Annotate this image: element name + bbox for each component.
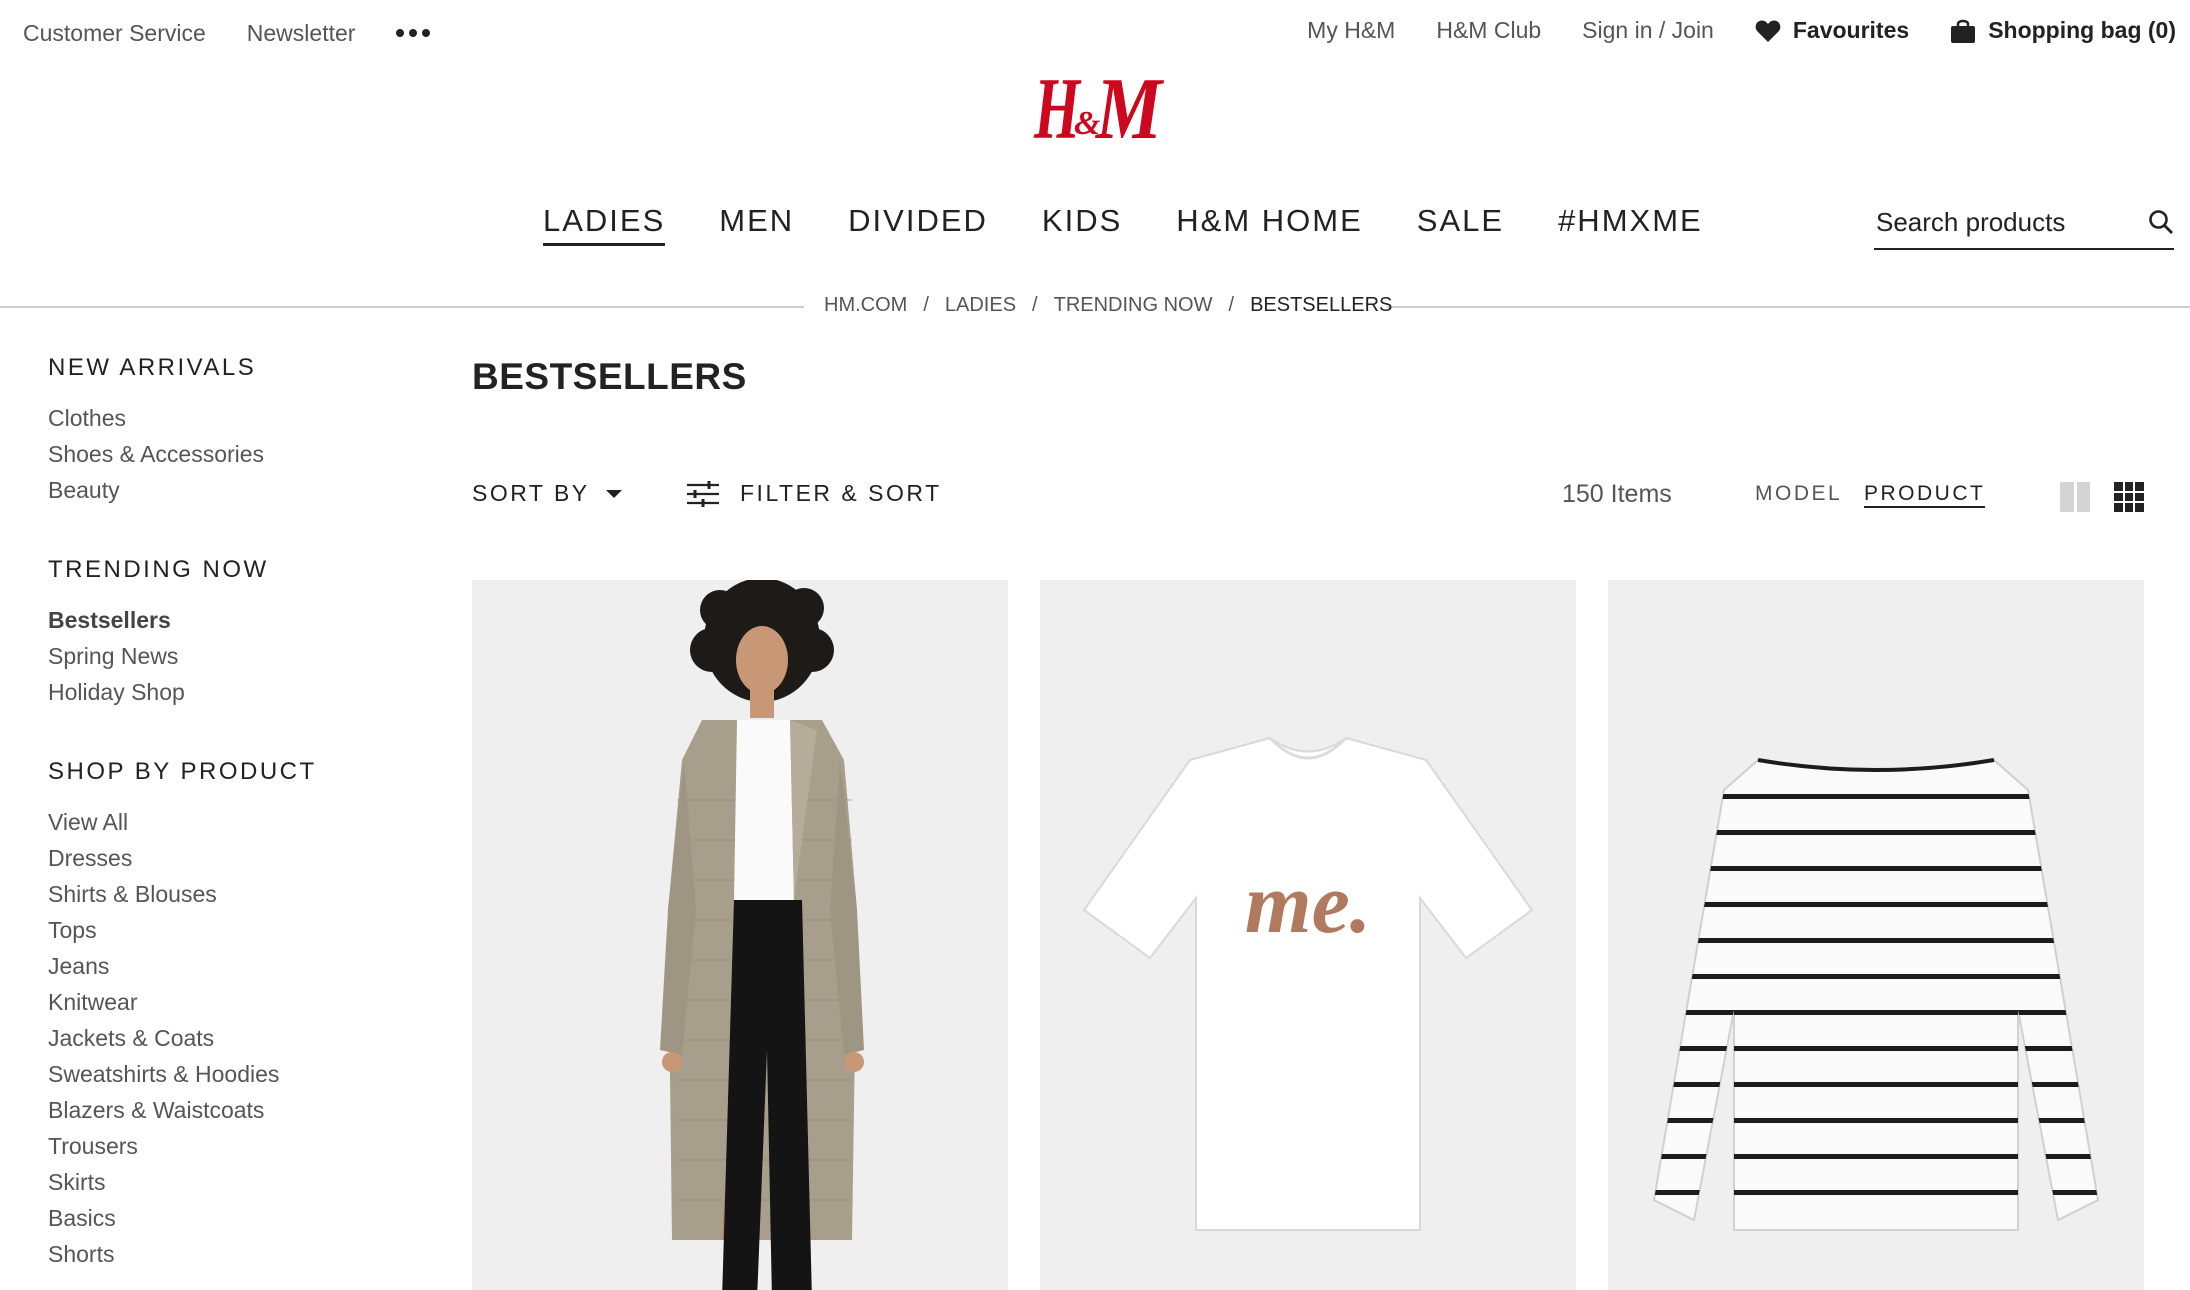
breadcrumb-trending-now[interactable]: TRENDING NOW <box>1054 294 1213 317</box>
favourites-link[interactable]: Favourites <box>1755 17 1909 44</box>
utility-nav-right: My H&M H&M Club Sign in / Join Favourite… <box>1266 17 2176 44</box>
favourites-label: Favourites <box>1792 17 1910 43</box>
sidebar-item-holiday-shop[interactable]: Holiday Shop <box>48 674 408 710</box>
sidebar-item-knitwear[interactable]: Knitwear <box>48 984 408 1020</box>
sidebar-heading: SHOP BY PRODUCT <box>48 758 317 785</box>
sidebar-item-trousers[interactable]: Trousers <box>48 1128 408 1164</box>
sidebar: NEW ARRIVALS Clothes Shoes & Accessories… <box>48 354 408 1290</box>
nav-divided[interactable]: DIVIDED <box>848 203 988 246</box>
hm-club-link[interactable]: H&M Club <box>1436 17 1541 44</box>
heart-icon <box>1755 19 1781 42</box>
sliders-icon <box>687 480 719 507</box>
tshirt-print-text: me. <box>1245 855 1372 951</box>
nav-ladies[interactable]: LADIES <box>543 203 666 246</box>
sidebar-item-sweatshirts-hoodies[interactable]: Sweatshirts & Hoodies <box>48 1056 408 1092</box>
sidebar-item-blazers-waistcoats[interactable]: Blazers & Waistcoats <box>48 1092 408 1128</box>
breadcrumb-ladies[interactable]: LADIES <box>945 294 1016 317</box>
customer-service-link[interactable]: Customer Service <box>23 20 206 47</box>
utility-nav-left: Customer Service Newsletter <box>23 18 431 48</box>
shopping-bag-label: Shopping bag (0) <box>1988 17 2176 43</box>
breadcrumb-hm-com[interactable]: HM.COM <box>824 294 907 317</box>
breadcrumb-separator: / <box>1228 294 1235 316</box>
nav-hmxme[interactable]: #HMXME <box>1558 203 1703 246</box>
sidebar-item-clothes[interactable]: Clothes <box>48 400 408 436</box>
nav-kids[interactable]: KIDS <box>1042 203 1122 246</box>
filter-sort-button[interactable]: FILTER & SORT <box>686 480 942 507</box>
sidebar-section-shop-by-product: SHOP BY PRODUCT View All Dresses Shirts … <box>48 758 408 1272</box>
sidebar-item-basics[interactable]: Basics <box>48 1200 408 1236</box>
sort-by-label: SORT BY <box>472 480 590 506</box>
product-toolbar: SORT BY FILTER & SORT 150 Items MODEL PR… <box>472 480 2144 514</box>
breadcrumb-divider-right <box>1387 306 2190 308</box>
page-title: BESTSELLERS <box>472 356 747 397</box>
sidebar-item-view-all[interactable]: View All <box>48 804 408 840</box>
sidebar-item-skirts[interactable]: Skirts <box>48 1164 408 1200</box>
model-photo-icon <box>472 580 1008 1290</box>
view-model-toggle[interactable]: MODEL <box>1755 482 1842 506</box>
sidebar-heading: TRENDING NOW <box>48 556 269 583</box>
sign-in-link[interactable]: Sign in / Join <box>1582 17 1714 44</box>
nav-sale[interactable]: SALE <box>1417 203 1504 246</box>
item-count: 150 Items <box>1562 480 1672 508</box>
breadcrumb-bestsellers: BESTSELLERS <box>1250 294 1393 316</box>
product-card[interactable] <box>1608 580 2144 1290</box>
main-nav: LADIES MEN DIVIDED KIDS H&M HOME SALE #H… <box>543 203 1757 246</box>
search-icon[interactable] <box>2148 209 2174 235</box>
breadcrumb-divider-left <box>0 306 804 308</box>
search-input[interactable] <box>1874 206 2124 238</box>
more-options-icon[interactable] <box>396 18 431 48</box>
sidebar-item-dresses[interactable]: Dresses <box>48 840 408 876</box>
search-box <box>1874 196 2174 250</box>
breadcrumb-separator: / <box>923 294 929 316</box>
sidebar-item-bestsellers[interactable]: Bestsellers <box>48 602 408 638</box>
sort-by-button[interactable]: SORT BY <box>472 480 622 507</box>
shopping-bag-link[interactable]: Shopping bag (0) <box>1950 17 2176 44</box>
small-grid-icon[interactable] <box>2114 482 2144 512</box>
sidebar-item-shirts-blouses[interactable]: Shirts & Blouses <box>48 876 408 912</box>
newsletter-link[interactable]: Newsletter <box>247 20 356 47</box>
sidebar-item-spring-news[interactable]: Spring News <box>48 638 408 674</box>
breadcrumb-separator: / <box>1032 294 1038 316</box>
sidebar-item-shorts[interactable]: Shorts <box>48 1236 408 1272</box>
sidebar-item-jackets-coats[interactable]: Jackets & Coats <box>48 1020 408 1056</box>
sidebar-section-new-arrivals: NEW ARRIVALS Clothes Shoes & Accessories… <box>48 354 408 508</box>
striped-top-photo-icon <box>1608 580 2144 1290</box>
sidebar-item-tops[interactable]: Tops <box>48 912 408 948</box>
page: Customer Service Newsletter My H&M H&M C… <box>0 0 2190 1290</box>
view-product-toggle[interactable]: PRODUCT <box>1864 482 1986 508</box>
breadcrumb: HM.COM / LADIES / TRENDING NOW / BESTSEL… <box>824 294 1392 317</box>
svg-text:M: M <box>1094 61 1164 152</box>
sidebar-item-beauty[interactable]: Beauty <box>48 472 408 508</box>
nav-men[interactable]: MEN <box>719 203 794 246</box>
product-card[interactable] <box>472 580 1008 1290</box>
caret-down-icon <box>605 489 622 498</box>
sidebar-section-trending-now: TRENDING NOW Bestsellers Spring News Hol… <box>48 556 408 710</box>
filter-sort-label: FILTER & SORT <box>740 480 942 506</box>
product-card[interactable]: me. <box>1040 580 1576 1290</box>
my-hm-link[interactable]: My H&M <box>1307 17 1395 44</box>
sidebar-item-jeans[interactable]: Jeans <box>48 948 408 984</box>
hm-logo[interactable]: H & M <box>1030 60 1164 152</box>
shopping-bag-icon <box>1951 19 1976 43</box>
large-grid-icon[interactable] <box>2060 482 2090 512</box>
nav-hm-home[interactable]: H&M HOME <box>1176 203 1363 246</box>
tshirt-photo-icon: me. <box>1040 580 1576 1290</box>
sidebar-heading: NEW ARRIVALS <box>48 354 257 381</box>
sidebar-item-shoes-accessories[interactable]: Shoes & Accessories <box>48 436 408 472</box>
